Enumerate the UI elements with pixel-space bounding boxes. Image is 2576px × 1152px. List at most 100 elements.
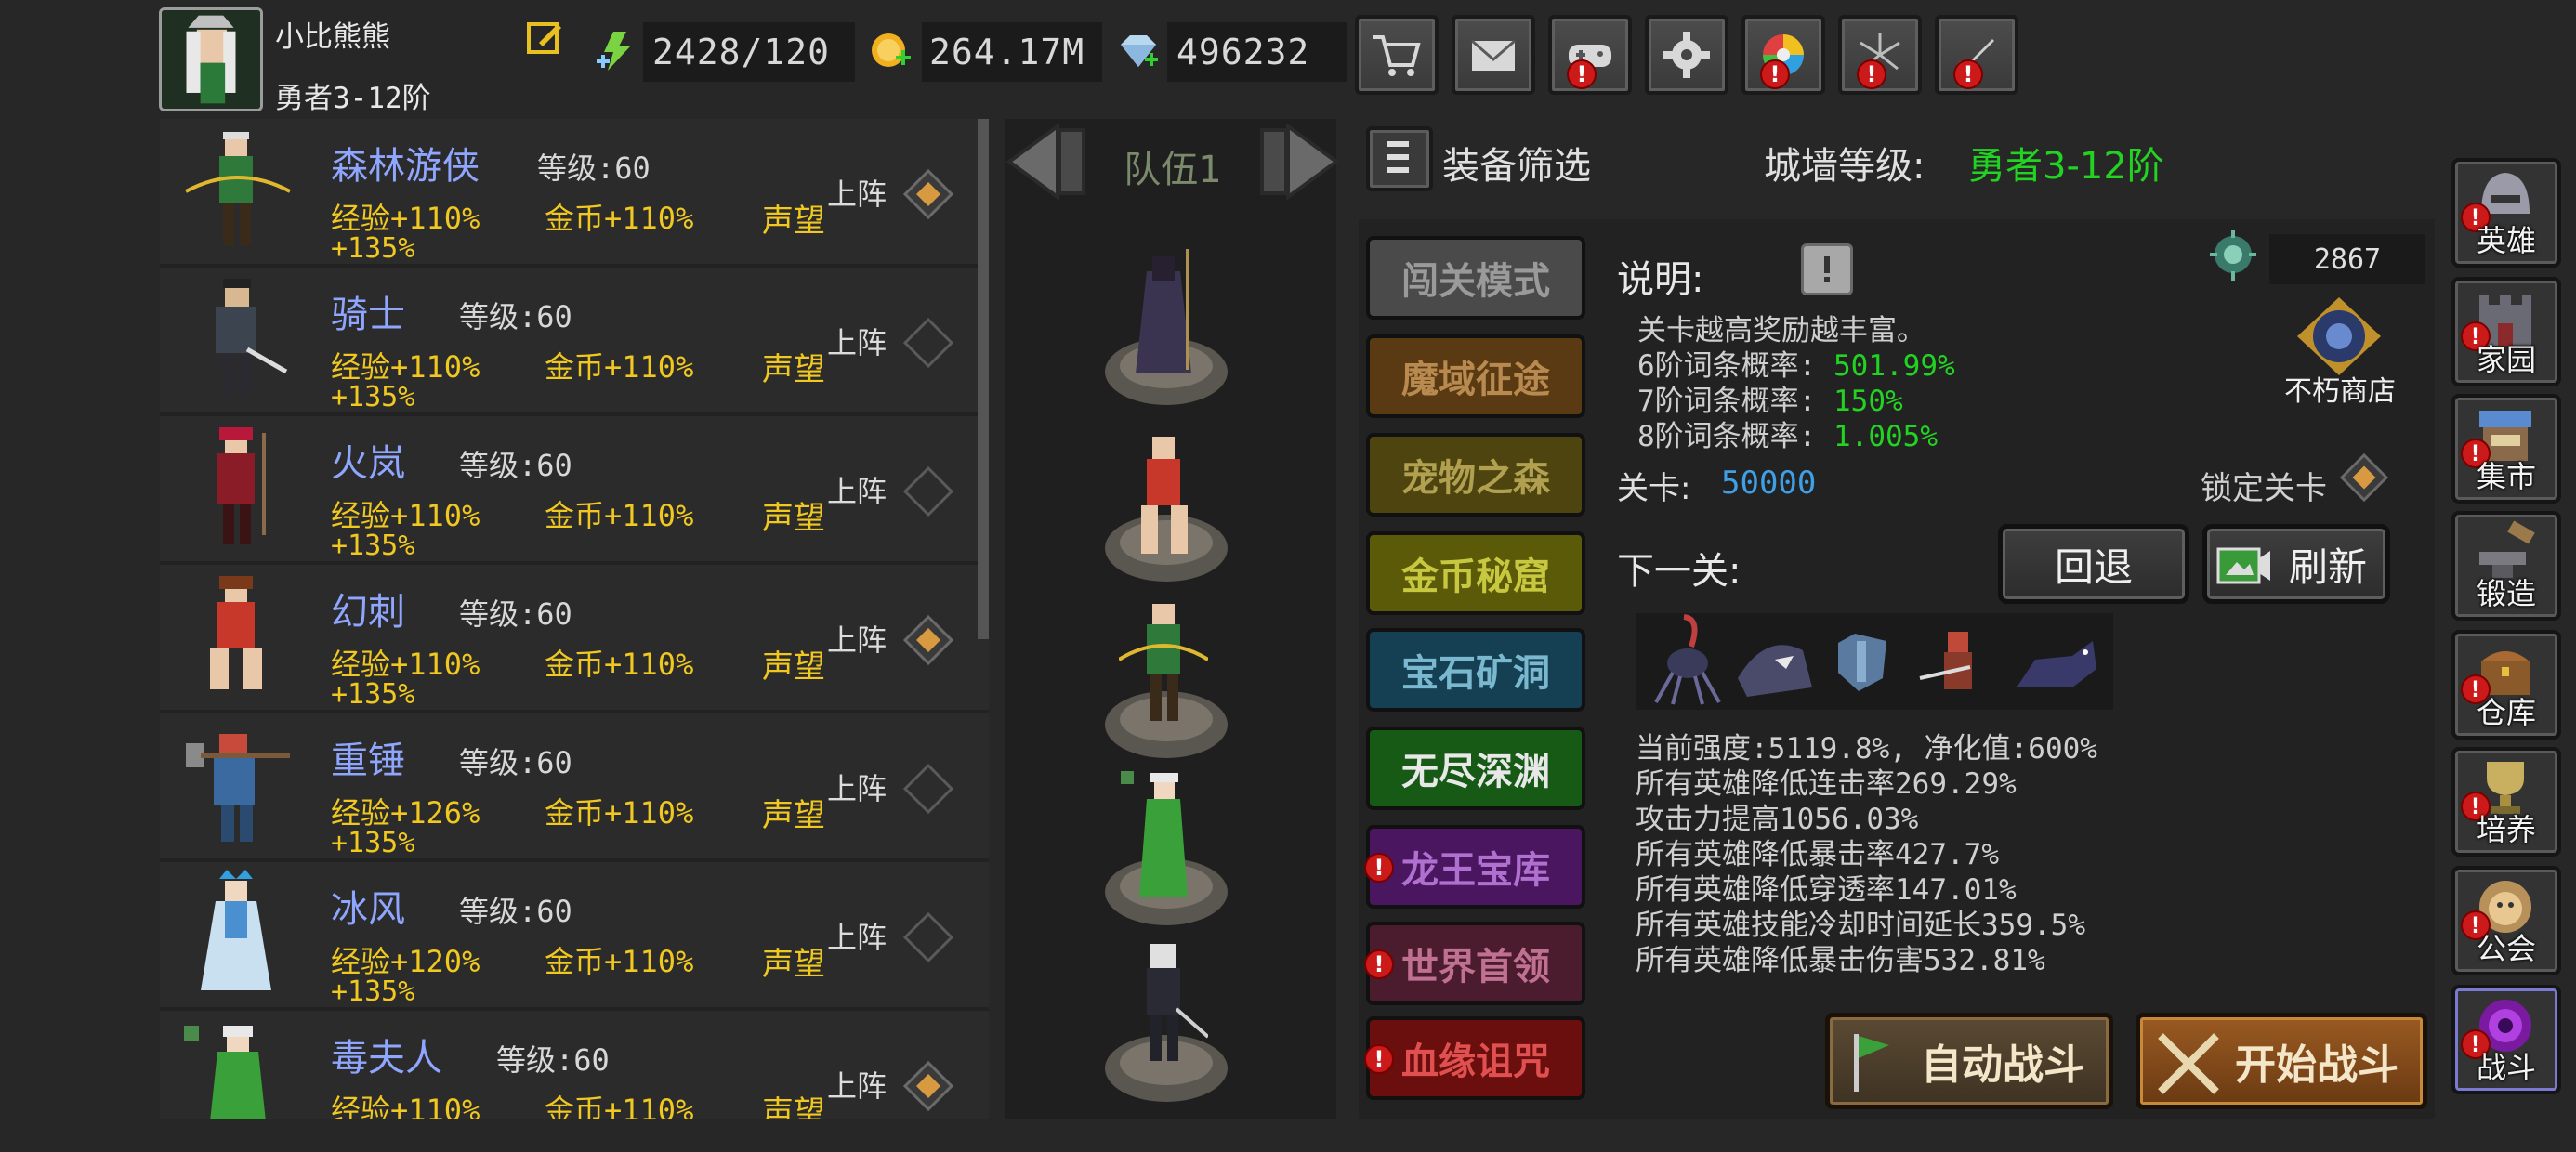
rate-value: 1.005% (1833, 420, 1938, 453)
hero-gold-bonus: 金币+110% (545, 349, 694, 385)
mode-button-gem-mine[interactable]: 宝石矿洞 (1366, 628, 1585, 712)
refresh-button[interactable]: 刷新 (2202, 524, 2390, 604)
fireworks-button[interactable]: ! (1838, 15, 1922, 95)
effect-line: 所有英雄降低暴击伤害532.81% (1636, 944, 2045, 977)
hero-row[interactable]: 幻刺 等级:60 经验+110% 金币+110% 声望 +135% 上阵 (160, 565, 989, 711)
diamond-icon (1121, 35, 1158, 67)
undeployed-diamond-icon[interactable] (903, 764, 953, 814)
deploy-button[interactable]: 上阵 (827, 1063, 887, 1106)
hero-rep-bonus: +135% (331, 975, 415, 1008)
nav-warehouse-button[interactable]: ! 仓库 (2451, 630, 2561, 740)
nav-battle-button[interactable]: ! 战斗 (2451, 985, 2561, 1094)
hero-row[interactable]: 火岚 等级:60 经验+110% 金币+110% 声望 +135% 上阵 (160, 416, 989, 562)
hero-row[interactable]: 毒夫人 等级:60 经验+110% 金币+110% 声望 上阵 (160, 1011, 989, 1119)
undeployed-diamond-icon[interactable] (903, 466, 953, 517)
edit-icon[interactable] (526, 19, 563, 56)
team-slot-hero[interactable] (1119, 595, 1208, 734)
gamepad-button[interactable]: ! (1548, 15, 1632, 95)
immortal-shop-icon[interactable] (2288, 294, 2390, 379)
nav-label: 战斗 (2476, 1050, 2536, 1085)
nav-label: 公会 (2476, 931, 2536, 966)
team-slot-hero[interactable] (1119, 427, 1208, 567)
mode-label: 闯关模式 (1401, 260, 1550, 303)
nav-market-button[interactable]: ! 集市 (2451, 394, 2561, 504)
hero-row[interactable]: 骑士 等级:60 经验+110% 金币+110% 声望 +135% 上阵 (160, 268, 989, 413)
nav-heroes-button[interactable]: ! 英雄 (2451, 158, 2561, 268)
hero-rep-label: 声望 (762, 203, 825, 240)
wall-level-value: 勇者3-12阶 (1968, 145, 2164, 188)
mode-button-dragon-vault[interactable]: ! 龙王宝库 (1364, 825, 1585, 909)
equipment-filter-button[interactable] (1366, 126, 1433, 191)
team-slot-hero[interactable] (1119, 935, 1208, 1074)
blood-curse-alert-badge: ! (1364, 1044, 1394, 1074)
next-team-arrow-icon[interactable] (1258, 121, 1344, 203)
enemy-warrior-icon (1919, 632, 1972, 689)
crossed-swords-icon (2158, 1033, 2219, 1094)
auto-battle-label: 自动战斗 (1921, 1041, 2084, 1089)
deploy-button[interactable]: 上阵 (827, 617, 887, 660)
auto-battle-button[interactable]: 自动战斗 (1825, 1013, 2113, 1109)
back-button[interactable]: 回退 (1998, 524, 2189, 604)
deploy-button[interactable]: 上阵 (827, 171, 887, 214)
gacha-button[interactable]: ! (1741, 15, 1825, 95)
team-slot-hero[interactable] (1119, 767, 1208, 907)
start-battle-button[interactable]: 开始战斗 (2136, 1013, 2427, 1109)
previous-team-arrow-icon[interactable] (1002, 121, 1087, 203)
hero-list-scrollbar[interactable] (978, 119, 989, 639)
mode-label: 金币秘窟 (1401, 556, 1550, 598)
rate-label: 8阶词条概率: (1637, 420, 1817, 453)
mode-button-world-boss[interactable]: ! 世界首领 (1364, 922, 1585, 1005)
shop-button[interactable] (1355, 15, 1439, 95)
lock-stage-toggle-icon[interactable] (2340, 453, 2388, 502)
hero-row[interactable]: 重锤 等级:60 经验+126% 金币+110% 声望 +135% 上阵 (160, 713, 989, 859)
flag-icon (1854, 1034, 1889, 1092)
deployed-diamond-icon[interactable] (903, 1061, 953, 1111)
mode-button-campaign[interactable]: 闯关模式 (1366, 236, 1585, 320)
mode-label: 龙王宝库 (1401, 849, 1550, 892)
deploy-button[interactable]: 上阵 (827, 766, 887, 808)
hero-level: 等级:60 (459, 745, 572, 780)
enemy-shield-icon (1838, 634, 1886, 691)
nav-cultivate-button[interactable]: ! 培养 (2451, 747, 2561, 857)
fireworks-alert-badge: ! (1857, 59, 1886, 89)
mode-button-demon-realm[interactable]: 魔域征途 (1366, 334, 1585, 418)
undeployed-diamond-icon[interactable] (903, 318, 953, 368)
hero-level: 等级:60 (459, 894, 572, 929)
mode-label: 宠物之森 (1401, 457, 1550, 500)
deployed-diamond-icon[interactable] (903, 169, 953, 219)
player-avatar[interactable] (159, 7, 263, 111)
stage-value[interactable]: 50000 (1721, 465, 1816, 502)
help-button[interactable] (1801, 243, 1853, 295)
wall-level-label: 城墙等级: (1764, 145, 1925, 188)
mode-button-pet-forest[interactable]: 宠物之森 (1366, 433, 1585, 517)
nav-home-button[interactable]: ! 家园 (2451, 277, 2561, 386)
gamepad-alert-badge: ! (1567, 59, 1597, 89)
nav-label: 锻造 (2476, 576, 2536, 611)
hero-exp-bonus: 经验+110% (331, 1093, 480, 1119)
forge-button[interactable]: ! (1935, 15, 2018, 95)
hero-portrait (201, 870, 271, 990)
nav-guild-button[interactable]: ! 公会 (2451, 866, 2561, 975)
mail-button[interactable] (1452, 15, 1535, 95)
hero-row[interactable]: 冰风 等级:60 经验+120% 金币+110% 声望 +135% 上阵 (160, 862, 989, 1008)
hero-list[interactable]: 森林游侠 等级:60 经验+110% 金币+110% 声望 +135% 上阵 骑… (160, 119, 989, 1119)
hero-row[interactable]: 森林游侠 等级:60 经验+110% 金币+110% 声望 +135% 上阵 (160, 119, 989, 265)
immortal-shop-label[interactable]: 不朽商店 (2284, 368, 2396, 409)
mode-button-blood-curse[interactable]: ! 血缘诅咒 (1364, 1016, 1585, 1100)
mode-button-endless-abyss[interactable]: 无尽深渊 (1366, 727, 1585, 810)
deploy-button[interactable]: 上阵 (827, 320, 887, 362)
equipment-filter-label[interactable]: 装备筛选 (1442, 136, 1591, 190)
deployed-diamond-icon[interactable] (903, 615, 953, 665)
deploy-button[interactable]: 上阵 (827, 468, 887, 511)
gem-count: 2867 (2269, 234, 2425, 284)
mode-label: 魔域征途 (1401, 359, 1550, 401)
team-slot-hero[interactable] (1119, 243, 1208, 383)
gold-value: 264.17M (922, 22, 1102, 82)
hero-rep-label: 声望 (762, 797, 825, 834)
mode-button-gold-cave[interactable]: 金币秘窟 (1366, 531, 1585, 615)
next-stage-enemies (1636, 613, 2113, 710)
deploy-button[interactable]: 上阵 (827, 914, 887, 957)
settings-button[interactable] (1645, 15, 1728, 95)
undeployed-diamond-icon[interactable] (903, 912, 953, 962)
nav-forge-button[interactable]: 锻造 (2451, 511, 2561, 621)
